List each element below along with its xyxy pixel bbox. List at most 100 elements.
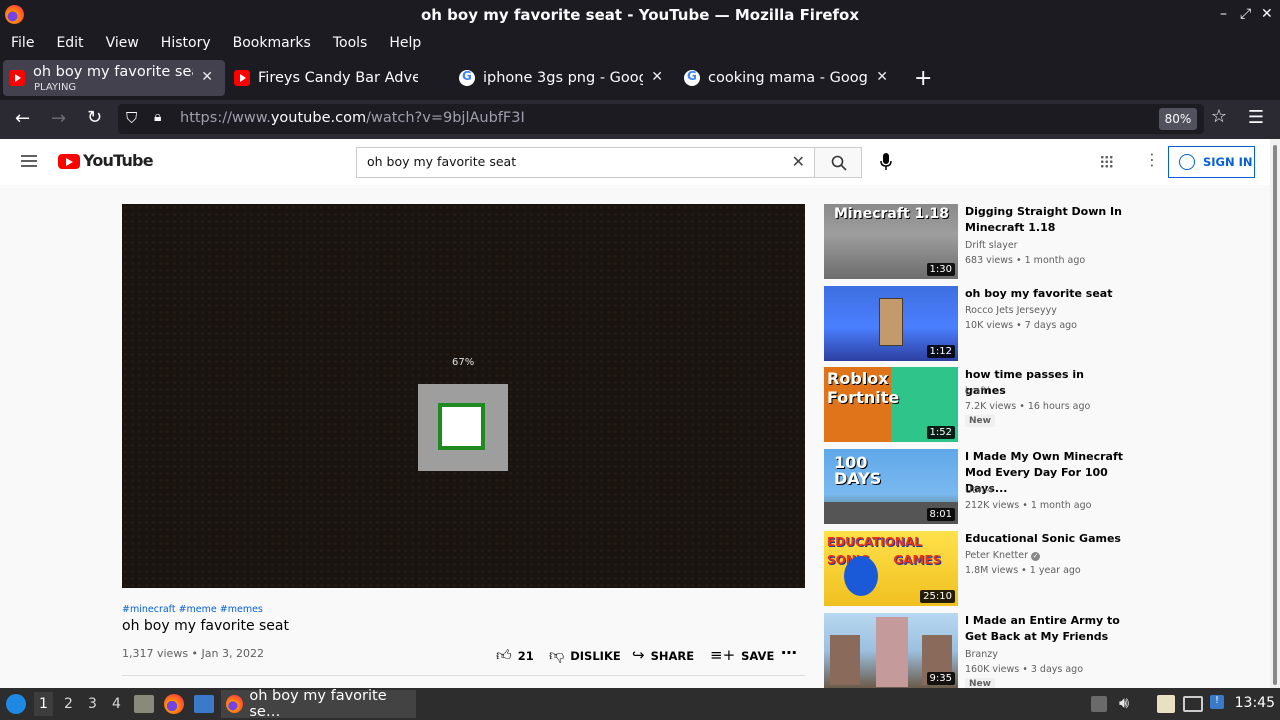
page-content: YouTube oh boy my favorite seat ✕ ⋮ SIGN… — [0, 139, 1280, 688]
hamburger-menu-icon[interactable]: ☰ — [1248, 107, 1264, 128]
desktop-icon[interactable] — [194, 695, 214, 713]
video-hashtags[interactable]: #minecraft #meme #memes — [122, 604, 263, 615]
thumbs-up-icon: 👍︎ — [496, 646, 512, 664]
recommendation-channel[interactable]: Rocco Jets Jerseyyy — [965, 305, 1057, 316]
recommendation-channel[interactable]: Utini4 — [965, 485, 993, 496]
reload-icon[interactable]: ↻ — [87, 107, 102, 128]
video-thumbnail[interactable]: Roblox Fortnite 1:52 — [824, 367, 958, 442]
search-input[interactable]: oh boy my favorite seat ✕ — [356, 147, 815, 178]
youtube-logo-text[interactable]: YouTube — [83, 151, 154, 170]
apps-grid-icon[interactable] — [1100, 155, 1113, 168]
clear-search-icon[interactable]: ✕ — [792, 152, 805, 171]
like-button[interactable]: 👍︎ 21 — [496, 646, 534, 665]
url-text[interactable]: https://www.youtube.com/watch?v=9bjlAubf… — [180, 110, 525, 126]
search-button[interactable] — [814, 147, 862, 178]
menu-view[interactable]: View — [95, 35, 150, 51]
zoom-level-badge[interactable]: 80% — [1159, 108, 1197, 130]
tab-cooking-mama[interactable]: cooking mama - Google Search ✕ — [678, 60, 900, 96]
save-button[interactable]: ≡+ SAVE — [710, 646, 774, 664]
back-arrow-icon[interactable]: ← — [15, 108, 30, 129]
more-actions-icon[interactable]: ⋯ — [781, 643, 797, 662]
youtube-logo-icon[interactable] — [58, 154, 80, 169]
video-thumbnail[interactable]: 9:35 — [824, 613, 958, 688]
video-thumbnail[interactable]: EDUCATIONAL SONIC GAMES 25:10 — [824, 531, 958, 606]
thumbnail-text: Roblox Fortnite — [827, 369, 900, 407]
file-manager-icon[interactable] — [134, 695, 154, 713]
menu-bookmarks[interactable]: Bookmarks — [222, 35, 322, 51]
share-button[interactable]: ↪ SHARE — [632, 646, 694, 664]
video-player[interactable]: 67% — [122, 204, 805, 588]
close-window-button[interactable]: ✕ — [1261, 6, 1273, 22]
thumbnail-text: 100 DAYS — [834, 453, 882, 488]
shield-icon[interactable]: ⛉ — [126, 109, 137, 127]
settings-more-icon[interactable]: ⋮ — [1144, 150, 1160, 169]
workspace-3[interactable]: 3 — [88, 696, 97, 712]
divider — [122, 675, 805, 676]
video-thumbnail[interactable]: 100 DAYS 8:01 — [824, 449, 958, 524]
recommendation-item[interactable]: Minecraft 1.18 1:30 Digging Straight Dow… — [824, 204, 1124, 279]
recommendation-views: 7.2K views • 16 hours ago — [965, 401, 1091, 412]
recommendation-channel[interactable]: Peter Knetter ✓ — [965, 550, 1041, 561]
video-thumbnail[interactable]: Minecraft 1.18 1:30 — [824, 204, 958, 279]
forward-arrow-icon[interactable]: → — [51, 108, 66, 129]
recommendation-title[interactable]: Educational Sonic Games — [965, 531, 1125, 547]
recommendation-channel[interactable]: Drift slayer — [965, 240, 1018, 251]
tab-oh-boy-my-favorite-seat[interactable]: oh boy my favorite seat PLAYING ✕ — [3, 60, 225, 96]
firefox-launcher-icon[interactable] — [164, 694, 184, 714]
notification-icon[interactable]: ! — [1210, 695, 1224, 709]
menu-history[interactable]: History — [150, 35, 222, 51]
search-query[interactable]: oh boy my favorite seat — [367, 154, 516, 169]
page-scrollbar[interactable] — [1270, 139, 1280, 688]
sign-in-button[interactable]: SIGN IN — [1168, 146, 1255, 178]
tab-close-icon[interactable]: ✕ — [651, 69, 663, 85]
thumbnail-text: Minecraft 1.18 — [834, 206, 950, 222]
firefox-icon — [226, 695, 244, 713]
recommendation-title[interactable]: oh boy my favorite seat — [965, 286, 1125, 302]
bookmark-star-icon[interactable]: ☆ — [1211, 106, 1227, 127]
workspace-1[interactable]: 1 — [34, 692, 53, 716]
tab-fireys-candy-bar[interactable]: Fireys Candy Bar Adventure — [228, 60, 450, 96]
recommendation-item[interactable]: 1:12 oh boy my favorite seat Rocco Jets … — [824, 286, 1124, 361]
video-views-date: 1,317 views • Jan 3, 2022 — [122, 647, 264, 660]
window-title: oh boy my favorite seat - YouTube — Mozi… — [420, 6, 860, 24]
menu-help[interactable]: Help — [378, 35, 432, 51]
guide-menu-icon[interactable] — [21, 155, 37, 167]
minimize-button[interactable]: – — [1220, 6, 1227, 22]
clock[interactable]: 13:45 — [1235, 695, 1275, 711]
volume-icon[interactable]: 🔊︎ — [1119, 693, 1129, 713]
recommendation-item[interactable]: 100 DAYS 8:01 I Made My Own Minecraft Mo… — [824, 449, 1124, 524]
tab-label: Fireys Candy Bar Adventure — [258, 70, 418, 86]
sign-in-label: SIGN IN — [1203, 155, 1253, 169]
video-overlay-percent: 67% — [452, 357, 475, 368]
video-duration: 1:12 — [926, 345, 955, 358]
recommendation-title[interactable]: Digging Straight Down In Minecraft 1.18 — [965, 204, 1125, 236]
menu-tools[interactable]: Tools — [322, 35, 379, 51]
recommendation-item[interactable]: 9:35 I Made an Entire Army to Get Back a… — [824, 613, 1124, 688]
start-menu-icon[interactable] — [6, 694, 26, 714]
recommendation-item[interactable]: Roblox Fortnite 1:52 how time passes in … — [824, 367, 1124, 442]
menu-edit[interactable]: Edit — [45, 35, 94, 51]
video-duration: 1:52 — [926, 426, 955, 439]
clipboard-icon[interactable] — [1157, 695, 1175, 713]
recommendation-title[interactable]: I Made an Entire Army to Get Back at My … — [965, 613, 1125, 645]
lock-icon[interactable]: 🔒︎ — [154, 109, 161, 125]
tab-close-icon[interactable]: ✕ — [201, 69, 213, 85]
tab-close-icon[interactable]: ✕ — [876, 69, 888, 85]
dislike-button[interactable]: 👎︎ DISLIKE — [549, 646, 621, 665]
menu-file[interactable]: File — [0, 35, 45, 51]
taskbar-window-firefox[interactable]: oh boy my favorite se… — [221, 688, 416, 720]
tray-updates-icon[interactable] — [1091, 696, 1107, 712]
workspace-4[interactable]: 4 — [112, 696, 121, 712]
workspace-2[interactable]: 2 — [64, 696, 73, 712]
new-tab-plus-icon[interactable]: + — [914, 66, 932, 91]
maximize-button[interactable]: ⤢ — [1240, 6, 1251, 22]
video-thumbnail[interactable]: 1:12 — [824, 286, 958, 361]
recommendation-item[interactable]: EDUCATIONAL SONIC GAMES 25:10 Educationa… — [824, 531, 1124, 606]
display-icon[interactable] — [1183, 696, 1203, 712]
url-bar[interactable]: ⛉ 🔒︎ https://www.youtube.com/watch?v=9bj… — [118, 104, 1204, 134]
recommendation-views: 212K views • 1 month ago — [965, 500, 1092, 511]
tab-iphone-3gs-png[interactable]: iphone 3gs png - Google Search ✕ — [453, 60, 675, 96]
recommendation-channel[interactable]: krafti — [965, 386, 990, 397]
microphone-icon[interactable] — [880, 153, 892, 170]
recommendation-channel[interactable]: Branzy — [965, 649, 998, 660]
